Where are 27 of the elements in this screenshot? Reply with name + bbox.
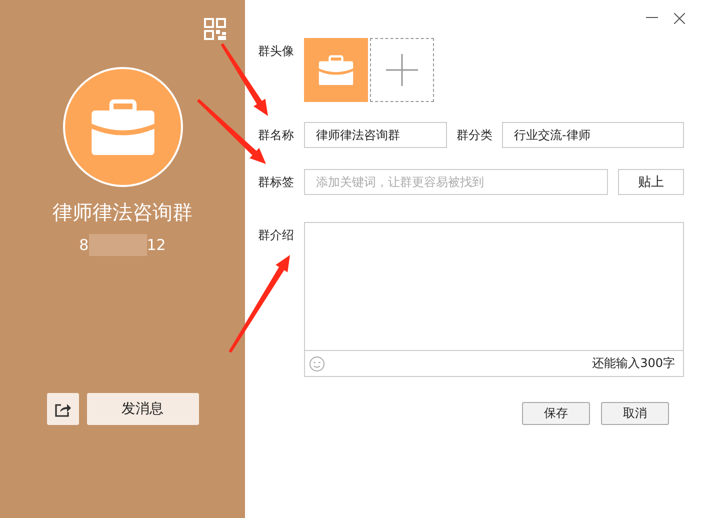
category-label: 群分类 [456,127,494,144]
qr-code-icon[interactable] [204,18,226,40]
share-button[interactable] [46,393,78,425]
blurred-mark [88,234,147,256]
paste-button[interactable]: 贴上 [618,169,684,195]
name-label: 群名称 [258,127,295,144]
cancel-button[interactable]: 取消 [601,402,669,425]
group-id-text: 12 [146,236,166,254]
briefcase-icon [318,54,354,86]
share-icon [54,402,70,416]
briefcase-icon [90,98,156,156]
tags-label: 群标签 [258,174,295,191]
plus-icon [386,54,418,86]
minimize-icon[interactable] [646,17,658,19]
group-id-text: 8 [79,236,89,254]
character-counter: 还能输入300字 [592,355,675,372]
group-name: 律师律法咨询群 [52,199,192,226]
save-button[interactable]: 保存 [522,402,590,425]
tags-field[interactable]: 添加关键词，让群更容易被找到 [304,169,608,195]
add-avatar-button[interactable] [370,38,434,102]
send-message-button[interactable]: 发消息 [86,393,198,425]
name-field[interactable]: 律师律法咨询群 [304,122,447,148]
avatar-label: 群头像 [258,43,295,60]
close-icon[interactable] [674,12,685,24]
category-field[interactable]: 行业交流-律师 [502,122,684,148]
intro-field[interactable]: 还能输入300字 [304,222,684,377]
intro-label: 群介绍 [258,227,295,244]
